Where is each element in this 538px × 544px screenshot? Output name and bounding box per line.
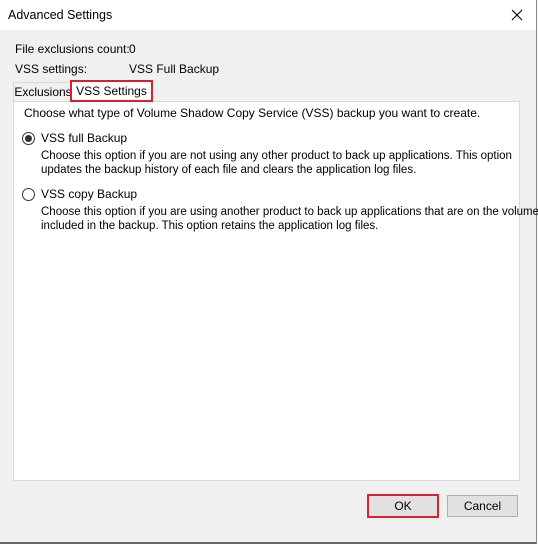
radio-vss-copy[interactable] <box>22 188 35 201</box>
vss-instruction: Choose what type of Volume Shadow Copy S… <box>24 106 481 120</box>
title-bar: Advanced Settings <box>0 0 536 30</box>
dialog-title: Advanced Settings <box>8 8 113 22</box>
option-vss-copy-label[interactable]: VSS copy Backup <box>41 187 137 201</box>
file-exclusions-value: 0 <box>129 42 136 56</box>
tab-vss-settings[interactable]: VSS Settings <box>70 80 153 102</box>
vss-settings-panel: Choose what type of Volume Shadow Copy S… <box>13 101 538 481</box>
vss-settings-label: VSS settings: <box>15 62 88 76</box>
option-vss-full-label[interactable]: VSS full Backup <box>41 131 127 145</box>
option-vss-copy-description-line1: Choose this option if you are using anot… <box>41 206 538 218</box>
cancel-button[interactable]: Cancel <box>447 495 518 517</box>
close-icon <box>511 9 523 21</box>
vss-settings-value: VSS Full Backup <box>129 62 220 76</box>
option-vss-full-description-line1: Choose this option if you are not using … <box>41 150 512 162</box>
radio-vss-full[interactable] <box>22 132 35 145</box>
close-button[interactable] <box>502 2 532 28</box>
advanced-settings-dialog: Advanced Settings File exclusions count:… <box>0 0 538 544</box>
option-vss-copy-description-line2: included in the backup. This option reta… <box>41 220 379 232</box>
tab-exclusions[interactable]: Exclusions <box>13 82 73 101</box>
option-vss-full-description-line2: updates the backup history of each file … <box>41 164 417 176</box>
ok-button[interactable]: OK <box>367 494 439 518</box>
file-exclusions-label: File exclusions count: <box>15 42 130 56</box>
radio-selected-dot <box>25 135 32 142</box>
